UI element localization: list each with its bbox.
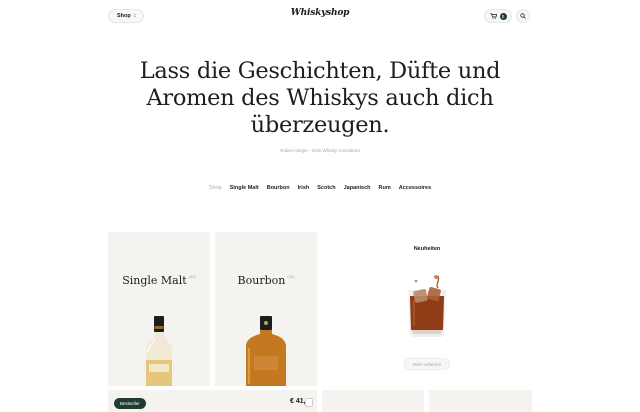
product-card[interactable] xyxy=(322,390,424,412)
cart-icon xyxy=(490,13,497,19)
card-count: (35) xyxy=(188,274,196,279)
hero-line-2: Aromen des Whiskys auch dich xyxy=(146,85,494,111)
card-title: Single Malt (35) xyxy=(108,274,210,287)
site-header: Shop ↕ Whiskyshop 0 xyxy=(0,0,640,32)
category-rum[interactable]: Rum xyxy=(379,185,391,191)
category-japanisch[interactable]: Japanisch xyxy=(344,185,371,191)
category-nav: Shop Single Malt Bourbon Irish Scotch Ja… xyxy=(0,185,640,191)
card-count: (35) xyxy=(287,274,295,279)
whisky-glass-image xyxy=(408,275,446,337)
card-title: Bourbon (35) xyxy=(215,274,317,287)
category-irish[interactable]: Irish xyxy=(298,185,310,191)
whisky-bottle-image xyxy=(246,316,286,386)
logo: Whiskyshop xyxy=(0,8,640,18)
news-title: Neuheiten xyxy=(413,246,441,252)
category-bourbon[interactable]: Bourbon xyxy=(267,185,290,191)
hero-heading: Lass die Geschichten, Düfte und Aromen d… xyxy=(0,58,640,139)
more-info-button[interactable]: Mehr erfahren xyxy=(404,358,450,370)
whisky-bottle-image xyxy=(146,316,172,386)
category-single-malt[interactable]: Single Malt xyxy=(230,185,259,191)
category-accessoires[interactable]: Accessoires xyxy=(399,185,431,191)
logo-link[interactable]: Whiskyshop xyxy=(291,8,350,18)
search-icon xyxy=(520,13,526,19)
category-scotch[interactable]: Scotch xyxy=(317,185,335,191)
card-title-text: Single Malt xyxy=(122,274,187,287)
product-card[interactable] xyxy=(429,390,532,412)
card-title-text: Bourbon xyxy=(237,274,286,287)
news-panel: Neuheiten Mehr erfahren xyxy=(322,232,532,386)
price-toggle-button[interactable] xyxy=(305,398,313,407)
hero-byline: Robert Singer - Dein Whisky Consultant xyxy=(280,148,360,153)
category-card-single-malt[interactable]: Single Malt (35) xyxy=(108,232,210,386)
product-price: € 41, xyxy=(290,398,306,405)
cart-count-badge: 0 xyxy=(499,12,507,20)
category-shop[interactable]: Shop xyxy=(209,185,222,191)
hero-line-1: Lass die Geschichten, Düfte und xyxy=(139,58,501,84)
bestseller-badge: Bestseller xyxy=(114,398,146,409)
cart-button[interactable]: 0 xyxy=(484,9,512,23)
category-card-bourbon[interactable]: Bourbon (35) xyxy=(215,232,317,386)
search-button[interactable] xyxy=(516,9,530,23)
hero-line-3: überzeugen. xyxy=(250,112,390,138)
